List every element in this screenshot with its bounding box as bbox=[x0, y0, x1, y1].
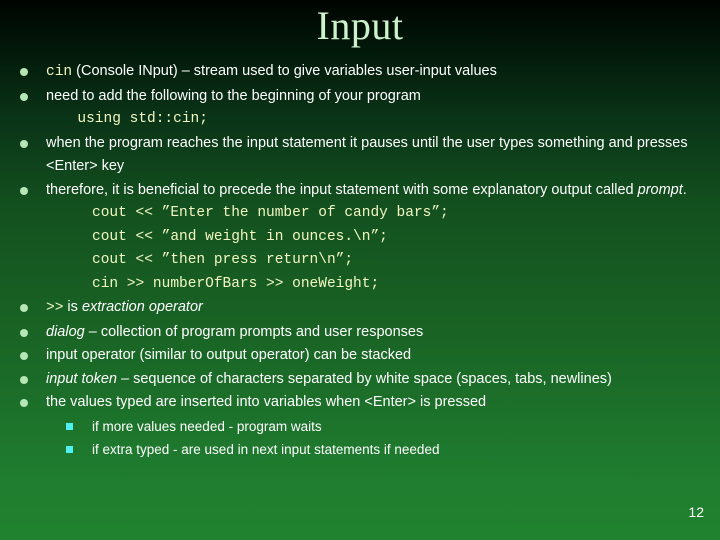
list-item: need to add the following to the beginni… bbox=[14, 85, 708, 109]
list-item-text: if more values needed - program waits bbox=[92, 415, 708, 438]
code-line: cout << ”and weight in ounces.\n”; bbox=[92, 228, 388, 245]
text-segment: input token bbox=[46, 370, 117, 387]
list-item: when the program reaches the input state… bbox=[14, 132, 708, 179]
slide-canvas: Input cin (Console INput) – stream used … bbox=[0, 0, 720, 540]
page-number: 12 bbox=[688, 504, 704, 520]
text-segment: when the program reaches the input state… bbox=[46, 134, 688, 175]
circle-bullet-glyph bbox=[20, 399, 28, 407]
circle-bullet-glyph bbox=[20, 375, 28, 384]
list-item: therefore, it is beneficial to precede t… bbox=[14, 179, 708, 203]
circle-bullet-icon bbox=[14, 85, 46, 101]
text-segment: prompt bbox=[637, 181, 683, 198]
bullet-list: cin (Console INput) – stream used to giv… bbox=[14, 60, 708, 461]
text-segment: if extra typed - are used in next input … bbox=[92, 441, 440, 457]
list-item: input operator (similar to output operat… bbox=[14, 344, 708, 368]
text-segment: is bbox=[63, 299, 82, 315]
list-item: input token – sequence of characters sep… bbox=[14, 368, 708, 392]
list-item-text: therefore, it is beneficial to precede t… bbox=[46, 179, 708, 203]
square-bullet-glyph bbox=[66, 445, 73, 453]
list-item-text: if extra typed - are used in next input … bbox=[92, 438, 708, 461]
list-item-text: when the program reaches the input state… bbox=[46, 132, 708, 179]
list-item-text: cin (Console INput) – stream used to giv… bbox=[46, 60, 708, 85]
circle-bullet-glyph bbox=[20, 328, 28, 337]
circle-bullet-icon bbox=[14, 321, 46, 337]
circle-bullet-glyph bbox=[20, 68, 28, 76]
list-item: if more values needed - program waits bbox=[60, 415, 708, 438]
text-segment: cin bbox=[46, 64, 73, 80]
text-segment: need to add the following to the beginni… bbox=[46, 87, 421, 104]
square-bullet-icon bbox=[60, 438, 92, 453]
circle-bullet-glyph bbox=[20, 186, 28, 195]
text-segment: input operator (similar to output operat… bbox=[46, 347, 412, 363]
list-item-text: >> is extraction operator bbox=[46, 296, 708, 321]
circle-bullet-icon bbox=[14, 296, 46, 312]
text-segment: – collection of program prompts and user… bbox=[84, 323, 424, 340]
list-item-text: the values typed are inserted into varia… bbox=[46, 391, 708, 415]
circle-bullet-icon bbox=[14, 179, 46, 195]
page-title: Input bbox=[316, 3, 404, 48]
list-item-text: dialog – collection of program prompts a… bbox=[46, 321, 708, 345]
code-line: cout << ”Enter the number of candy bars”… bbox=[92, 205, 449, 221]
text-segment: therefore, it is beneficial to precede t… bbox=[46, 181, 638, 198]
list-item-text: input operator (similar to output operat… bbox=[46, 344, 708, 368]
text-segment: (Console INput) – stream used to give va… bbox=[72, 63, 497, 79]
circle-bullet-icon bbox=[14, 391, 46, 407]
circle-bullet-glyph bbox=[20, 304, 28, 312]
list-item: the values typed are inserted into varia… bbox=[14, 391, 708, 415]
code-line: cin >> numberOfBars >> oneWeight; bbox=[92, 275, 380, 292]
text-segment: the values typed are inserted into varia… bbox=[46, 394, 487, 410]
circle-bullet-icon bbox=[14, 368, 46, 384]
text-segment: if more values needed - program waits bbox=[92, 418, 322, 434]
square-bullet-glyph bbox=[66, 422, 73, 430]
circle-bullet-icon bbox=[14, 344, 46, 360]
text-segment: extraction operator bbox=[81, 299, 203, 315]
text-segment: dialog bbox=[46, 323, 85, 340]
list-item-text: need to add the following to the beginni… bbox=[46, 85, 708, 109]
code-line: cout << ”then press return\n”; bbox=[92, 252, 354, 268]
list-item: cin (Console INput) – stream used to giv… bbox=[14, 60, 708, 85]
code-line: using std::cin; bbox=[60, 111, 208, 127]
text-segment: >> bbox=[46, 300, 64, 316]
text-segment: . bbox=[682, 181, 687, 198]
circle-bullet-glyph bbox=[20, 139, 28, 148]
circle-bullet-glyph bbox=[20, 352, 28, 360]
list-item-text: input token – sequence of characters sep… bbox=[46, 368, 708, 392]
list-item: if extra typed - are used in next input … bbox=[60, 438, 708, 461]
list-item: >> is extraction operator bbox=[14, 296, 708, 321]
text-segment: – sequence of characters separated by wh… bbox=[116, 370, 612, 387]
list-item: dialog – collection of program prompts a… bbox=[14, 321, 708, 345]
square-bullet-icon bbox=[60, 415, 92, 430]
circle-bullet-icon bbox=[14, 132, 46, 148]
circle-bullet-icon bbox=[14, 60, 46, 76]
circle-bullet-glyph bbox=[20, 92, 28, 101]
